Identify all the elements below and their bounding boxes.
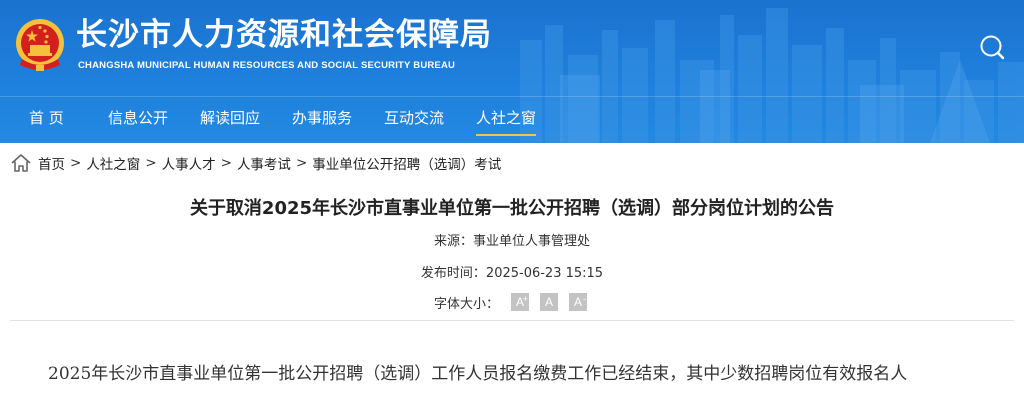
- home-icon: [11, 154, 31, 172]
- plus-icon: +: [522, 294, 529, 304]
- breadcrumb-separator: >: [220, 155, 232, 171]
- breadcrumb-separator: >: [70, 155, 82, 171]
- main-nav: 首 页 信息公开 解读回应 办事服务 互动交流 人社之窗: [0, 96, 1024, 143]
- breadcrumb-current[interactable]: 事业单位公开招聘（选调）考试: [312, 153, 501, 173]
- breadcrumb-hr-window[interactable]: 人社之窗: [86, 153, 140, 173]
- nav-interaction[interactable]: 互动交流: [384, 109, 444, 127]
- font-size-controls: 字体大小： A + A A-: [434, 292, 588, 312]
- font-size-medium-label: A: [545, 295, 554, 309]
- font-size-small-button[interactable]: A-: [569, 293, 588, 311]
- breadcrumb-personnel[interactable]: 人事人才: [162, 153, 216, 173]
- font-size-medium-button[interactable]: A: [540, 293, 559, 311]
- source-value: 事业单位人事管理处: [473, 234, 591, 249]
- breadcrumb: 首页 > 人社之窗 > 人事人才 > 人事考试 > 事业单位公开招聘（选调）考试: [10, 152, 501, 174]
- national-emblem-logo: [16, 19, 64, 71]
- breadcrumb-home[interactable]: 首页: [38, 153, 65, 173]
- nav-hr-window[interactable]: 人社之窗: [476, 109, 537, 136]
- breadcrumb-exams[interactable]: 人事考试: [237, 153, 291, 173]
- font-size-label: 字体大小：: [434, 296, 500, 312]
- article-title: 关于取消2025年长沙市直事业单位第一批公开招聘（选调）部分岗位计划的公告: [189, 198, 835, 219]
- article-body-paragraph: 2025年长沙市直事业单位第一批公开招聘（选调）工作人员报名缴费工作已经结束，其…: [48, 364, 908, 384]
- nav-info-disclosure[interactable]: 信息公开: [108, 109, 168, 127]
- content-divider: [10, 320, 1014, 321]
- site-header: 长沙市人力资源和社会保障局 CHANGSHA MUNICIPAL HUMAN R…: [0, 0, 1024, 143]
- time-label: 发布时间：: [420, 266, 486, 281]
- article-publish-time: 发布时间：2025-06-23 15:15: [0, 262, 1024, 281]
- time-value: 2025-06-23 15:15: [485, 266, 604, 281]
- site-subtitle: CHANGSHA MUNICIPAL HUMAN RESOURCES AND S…: [78, 60, 456, 71]
- source-label: 来源：: [433, 234, 473, 249]
- breadcrumb-separator: >: [295, 155, 308, 171]
- minus-icon: -: [583, 294, 587, 304]
- font-size-small-label: A: [574, 295, 583, 309]
- font-size-large-button[interactable]: A +: [511, 293, 530, 311]
- nav-services[interactable]: 办事服务: [292, 109, 352, 127]
- breadcrumb-separator: >: [145, 155, 157, 171]
- article-source: 来源：事业单位人事管理处: [0, 230, 1024, 249]
- nav-interpretation[interactable]: 解读回应: [200, 109, 260, 127]
- search-icon[interactable]: [978, 33, 1006, 61]
- site-title: 长沙市人力资源和社会保障局: [76, 17, 492, 53]
- nav-home[interactable]: 首 页: [29, 109, 64, 127]
